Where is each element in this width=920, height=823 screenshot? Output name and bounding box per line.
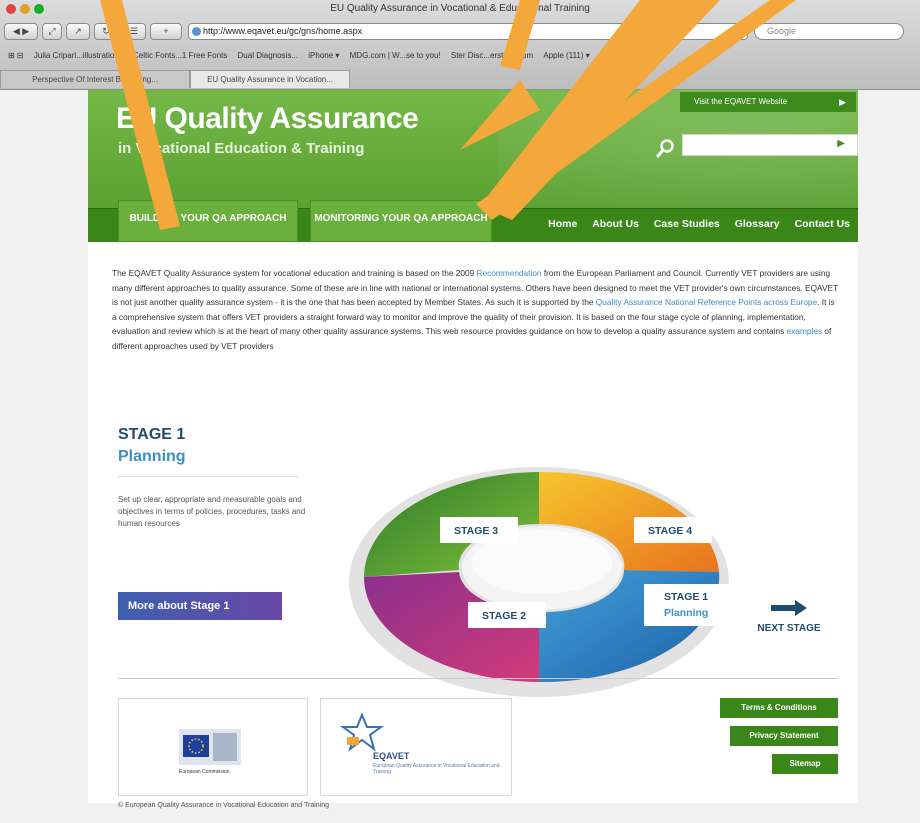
bookmark-icon[interactable]: ☰ [122, 23, 146, 40]
menu-glossary[interactable]: Glossary [735, 218, 780, 230]
new-tab-button[interactable]: + [150, 23, 182, 40]
next-stage-label: NEXT STAGE [757, 623, 821, 634]
menu-home[interactable]: Home [548, 218, 577, 230]
search-go-icon[interactable]: ▶ [837, 138, 845, 149]
site-subtitle: in Vocational Education & Training [118, 140, 365, 157]
ec-logo-text: European Commission [179, 769, 230, 775]
browser-chrome: EU Quality Assurance in Vocational & Edu… [0, 0, 920, 90]
privacy-statement-button[interactable]: Privacy Statement [730, 726, 838, 746]
window-title: EU Quality Assurance in Vocational & Edu… [330, 3, 590, 14]
search-icon[interactable] [656, 138, 676, 158]
intro-text: The EQAVET Quality Assurance system for … [112, 268, 477, 278]
stage-4-label: STAGE 4 [648, 525, 692, 537]
stage-2-label: STAGE 2 [482, 610, 526, 622]
tab-building-qa[interactable]: BUILDING YOUR QA APPROACH [118, 200, 298, 242]
copyright: © European Quality Assurance in Vocation… [118, 802, 330, 809]
terms-conditions-button[interactable]: Terms & Conditions [720, 698, 838, 718]
visit-label: Visit the EQAVET Website [694, 97, 788, 106]
more-about-stage-button[interactable]: More about Stage 1 [118, 592, 282, 620]
stage-1-sub-label: Planning [664, 607, 708, 619]
site-container: EU Quality Assurance in Vocational Educa… [88, 90, 858, 803]
address-bar[interactable]: http://www.eqavet.eu/gc/gns/home.aspx [188, 23, 748, 40]
bookmark-item[interactable]: MDG.com | W...se to you! [350, 47, 441, 65]
bookmark-item[interactable]: iPhone ▾ [308, 47, 339, 65]
title-bar: EU Quality Assurance in Vocational & Edu… [0, 0, 920, 18]
visit-eqavet-button[interactable]: Visit the EQAVET Website ▶ [680, 92, 856, 112]
share-icon[interactable]: ↗ [66, 23, 90, 40]
menu-about-us[interactable]: About Us [592, 218, 639, 230]
resize-icon[interactable]: ⤢ [42, 23, 62, 40]
chevron-right-icon: ▶ [839, 97, 846, 107]
main-menu: Home About Us Case Studies Glossary Cont… [536, 218, 850, 230]
browser-search-field[interactable]: Google [754, 23, 904, 40]
eqavet-tagline: European Quality Assurance in Vocational… [373, 763, 500, 775]
bookmark-item[interactable]: Celtic Fonts...1 Free Fonts [133, 47, 227, 65]
reload-icon[interactable]: ↻ [94, 23, 118, 40]
site-title: EU Quality Assurance [116, 102, 419, 135]
arrow-right-icon [771, 600, 807, 616]
site-search-input[interactable]: ▶ [682, 134, 858, 156]
bookmarks-bar: ⊞ ⊟ Julia Criparl...illustrations Celtic… [0, 47, 920, 65]
eqavet-logo [339, 713, 385, 752]
bookmark-item[interactable]: Apple (111) ▾ [543, 47, 589, 65]
eqavet-logo-box[interactable]: EQAVET European Quality Assurance in Voc… [320, 698, 512, 796]
menu-case-studies[interactable]: Case Studies [654, 218, 720, 230]
menu-contact-us[interactable]: Contact Us [795, 218, 850, 230]
page-viewport: EU Quality Assurance in Vocational Educa… [0, 90, 920, 823]
footer-divider [118, 678, 838, 679]
bookmark-item[interactable]: Julia Criparl...illustrations [34, 47, 123, 65]
stage-heading: STAGE 1 [118, 426, 186, 443]
recommendation-link[interactable]: Recommendation [477, 268, 542, 278]
browser-tab-active[interactable]: EU Quality Assurance in Vocation... [190, 70, 350, 88]
reference-points-link[interactable]: Quality Assurance National Reference Poi… [596, 297, 817, 307]
globe-icon [192, 27, 201, 36]
intro-paragraph: The EQAVET Quality Assurance system for … [112, 266, 838, 354]
ec-logo [179, 729, 241, 765]
ec-logo-box[interactable]: European Commission [118, 698, 308, 796]
stage-1-label: STAGE 1 [664, 591, 708, 603]
bookmark-item[interactable]: Dual Diagnosis... [238, 47, 298, 65]
stage-description: Set up clear, appropriate and measurable… [118, 495, 306, 528]
quality-cycle-diagram: STAGE 3 STAGE 4 STAGE 2 STAGE 1 Planning [349, 467, 734, 697]
back-forward-button[interactable]: ◀ ▶ [4, 23, 38, 40]
stage-subheading: Planning [118, 448, 186, 465]
tab-monitoring-qa[interactable]: MONITORING YOUR QA APPROACH [310, 200, 492, 242]
browser-tab[interactable]: Perspective Of Interest Becoming... [0, 70, 190, 88]
examples-link[interactable]: examples [787, 326, 823, 336]
browser-toolbar: ◀ ▶ ⤢ ↗ ↻ ☰ + http://www.eqavet.eu/gc/gn… [0, 20, 920, 44]
sitemap-button[interactable]: Sitemap [772, 754, 838, 774]
tab-strip: Perspective Of Interest Becoming... EU Q… [0, 68, 920, 90]
next-stage-button[interactable]: NEXT STAGE [744, 600, 834, 634]
stage-3-label: STAGE 3 [454, 525, 498, 537]
bookmarks-icon[interactable]: ⊞ ⊟ [8, 47, 24, 65]
stage-divider [118, 476, 298, 477]
bookmark-item[interactable]: Ster Disc...erstock.com [451, 47, 533, 65]
eqavet-name: EQAVET [373, 751, 410, 761]
address-url: http://www.eqavet.eu/gc/gns/home.aspx [203, 26, 363, 36]
